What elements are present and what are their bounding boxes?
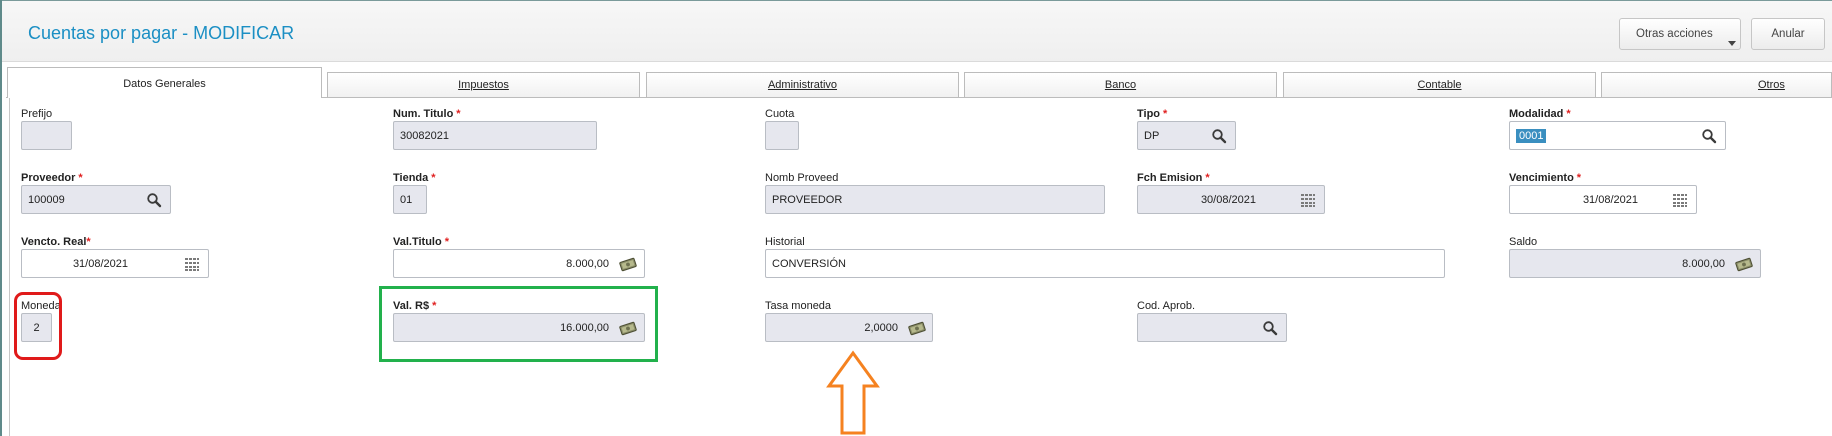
- prefijo-input[interactable]: [21, 121, 72, 150]
- modalidad-input[interactable]: 0001: [1509, 121, 1726, 150]
- tab-banco[interactable]: Banco: [964, 72, 1277, 97]
- modalidad-label: Modalidad *: [1509, 108, 1571, 120]
- fch-emision-label-text: Fch Emision: [1137, 172, 1203, 184]
- tab-administrativo-label: Administrativo: [767, 79, 838, 91]
- nomb-proveed-input[interactable]: PROVEEDOR: [765, 185, 1105, 214]
- required-mark: *: [444, 236, 449, 248]
- tab-contable-label: Contable: [1417, 79, 1462, 91]
- vencimiento-input[interactable]: 31/08/2021: [1509, 185, 1697, 214]
- required-mark: *: [78, 172, 83, 184]
- tab-banco-label: Banco: [1104, 79, 1137, 91]
- tab-contable[interactable]: Contable: [1283, 72, 1596, 97]
- vencimiento-label-text: Vencimiento: [1509, 172, 1574, 184]
- saldo-value: 8.000,00: [1682, 257, 1725, 270]
- fch-emision-value: 30/08/2021: [1200, 193, 1256, 206]
- tab-administrativo[interactable]: Administrativo: [646, 72, 959, 97]
- otras-acciones-button[interactable]: Otras acciones: [1619, 18, 1741, 50]
- num-titulo-label: Num. Titulo *: [393, 108, 461, 120]
- cuota-label: Cuota: [765, 108, 795, 120]
- tipo-input[interactable]: DP: [1137, 121, 1236, 150]
- vencto-real-value: 31/08/2021: [72, 257, 128, 270]
- calendar-icon[interactable]: [1672, 192, 1688, 208]
- tipo-label: Tipo *: [1137, 108, 1167, 120]
- vencto-real-label-text: Vencto. Real: [21, 236, 87, 248]
- tienda-label-text: Tienda: [393, 172, 429, 184]
- proveedor-label-text: Proveedor: [21, 172, 76, 184]
- money-icon[interactable]: [618, 257, 638, 272]
- search-icon[interactable]: [1211, 128, 1227, 144]
- proveedor-label: Proveedor *: [21, 172, 83, 184]
- annotation-up-arrow-icon: [826, 350, 880, 435]
- vencto-real-label: Vencto. Real*: [21, 236, 91, 248]
- calendar-icon[interactable]: [184, 256, 200, 272]
- tasa-moneda-label: Tasa moneda: [765, 300, 832, 312]
- val-titulo-value: 8.000,00: [566, 257, 609, 270]
- page-header: Cuentas por pagar - MODIFICAR Otras acci…: [2, 1, 1832, 62]
- annotation-green-highlight: [379, 286, 658, 362]
- nomb-proveed-value: PROVEEDOR: [772, 193, 843, 206]
- tab-otros[interactable]: Otros: [1601, 72, 1832, 97]
- required-mark: *: [1576, 172, 1582, 184]
- val-titulo-label: Val.Titulo *: [393, 236, 449, 248]
- vencimiento-value: 31/08/2021: [1582, 193, 1638, 206]
- modalidad-value: 0001: [1516, 128, 1547, 143]
- anular-button[interactable]: Anular: [1751, 18, 1825, 50]
- vencto-real-input[interactable]: 31/08/2021: [21, 249, 209, 278]
- val-titulo-label-text: Val.Titulo: [393, 236, 442, 248]
- required-mark: *: [431, 172, 436, 184]
- search-icon[interactable]: [1262, 320, 1278, 336]
- fch-emision-input[interactable]: 30/08/2021: [1137, 185, 1325, 214]
- cod-aprob-label: Cod. Aprob.: [1137, 300, 1196, 312]
- tipo-label-text: Tipo: [1137, 108, 1161, 120]
- tab-impuestos-label: Impuestos: [458, 79, 509, 91]
- tab-otros-label: Otros: [1758, 79, 1785, 91]
- annotation-red-highlight: [14, 292, 62, 360]
- num-titulo-label-text: Num. Titulo: [393, 108, 454, 120]
- panel-border: [9, 97, 10, 436]
- page-title: Cuentas por pagar - MODIFICAR: [28, 23, 295, 43]
- proveedor-value: 100009: [28, 193, 65, 206]
- required-mark: *: [456, 108, 461, 120]
- money-icon[interactable]: [907, 321, 927, 336]
- tab-datos-generales-label: Datos Generales: [123, 78, 206, 90]
- saldo-label: Saldo: [1509, 236, 1538, 248]
- prefijo-label: Prefijo: [21, 108, 53, 120]
- historial-input[interactable]: CONVERSIÓN: [765, 249, 1445, 278]
- required-mark: *: [1205, 172, 1210, 184]
- search-icon[interactable]: [146, 192, 162, 208]
- fch-emision-label: Fch Emision *: [1137, 172, 1210, 184]
- tipo-value: DP: [1144, 129, 1160, 142]
- tasa-moneda-value: 2,0000: [864, 321, 898, 334]
- tienda-input[interactable]: 01: [393, 185, 427, 214]
- cod-aprob-input[interactable]: [1137, 313, 1287, 342]
- nomb-proveed-label: Nomb Proveed: [765, 172, 839, 184]
- required-mark: *: [1163, 108, 1168, 120]
- modalidad-label-text: Modalidad: [1509, 108, 1564, 120]
- tab-datos-generales[interactable]: Datos Generales: [7, 67, 322, 98]
- search-icon[interactable]: [1701, 128, 1717, 144]
- tienda-value: 01: [400, 193, 413, 206]
- chevron-down-icon: [1728, 41, 1736, 46]
- otras-acciones-label: Otras acciones: [1636, 28, 1713, 40]
- calendar-icon[interactable]: [1300, 192, 1316, 208]
- saldo-input[interactable]: 8.000,00: [1509, 249, 1761, 278]
- vencimiento-label: Vencimiento *: [1509, 172, 1581, 184]
- tienda-label: Tienda *: [393, 172, 436, 184]
- historial-label: Historial: [765, 236, 805, 248]
- required-mark: *: [86, 236, 91, 248]
- num-titulo-value: 30082021: [400, 129, 449, 142]
- window-left-border: [0, 0, 2, 436]
- val-titulo-input[interactable]: 8.000,00: [393, 249, 645, 278]
- num-titulo-input[interactable]: 30082021: [393, 121, 597, 150]
- tab-impuestos[interactable]: Impuestos: [327, 72, 640, 97]
- tasa-moneda-input[interactable]: 2,0000: [765, 313, 933, 342]
- money-icon[interactable]: [1734, 257, 1754, 272]
- cuota-input[interactable]: [765, 121, 799, 150]
- proveedor-input[interactable]: 100009: [21, 185, 171, 214]
- required-mark: *: [1566, 108, 1571, 120]
- historial-value: CONVERSIÓN: [772, 257, 846, 270]
